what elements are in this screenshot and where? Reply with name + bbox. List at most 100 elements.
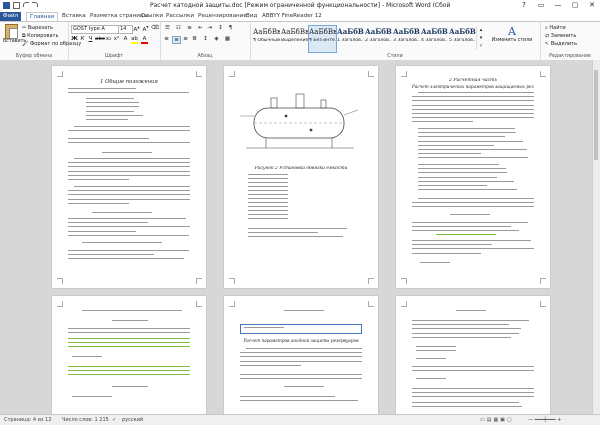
text-line xyxy=(82,242,162,243)
word-count[interactable]: Число слов: 1 215 xyxy=(62,417,109,423)
text-line xyxy=(418,176,498,178)
cursor-icon: ↖ xyxy=(545,41,550,47)
minimize-button[interactable]: — xyxy=(552,1,564,9)
bold-icon[interactable]: Ж xyxy=(71,36,78,42)
borders-icon[interactable]: ▦ xyxy=(224,36,231,42)
style-gallery-item[interactable]: АаБбВвГ ¶ Без инте... xyxy=(308,25,337,53)
page-thumbnail[interactable]: Рисунок 2 Установка обвязки емкости xyxy=(224,66,378,288)
replace-button[interactable]: ⇄ Заменить xyxy=(545,33,576,39)
style-gallery-item[interactable]: АаБбВв 2 Заголов... xyxy=(364,25,393,53)
text-line xyxy=(86,110,135,112)
styles-group: АаБбВвГ¶ ОбычныйАаБбВвВыделениеАаБбВвГ¶ … xyxy=(250,22,541,60)
gallery-scroll[interactable]: ▴ ▾ ▿ xyxy=(476,26,485,50)
numbering-icon[interactable]: ☷ xyxy=(174,25,183,31)
tab-page-layout[interactable]: Разметка страницы xyxy=(90,13,148,19)
redo-icon[interactable] xyxy=(32,2,38,7)
multilevel-list-icon[interactable]: ≡ xyxy=(185,25,194,31)
view-buttons[interactable]: ▭▤▦▣▢ xyxy=(480,417,514,423)
scroll-thumb[interactable] xyxy=(594,70,598,160)
page-thumbnail[interactable] xyxy=(396,296,550,414)
clear-format-icon[interactable]: ⌫ xyxy=(151,25,159,31)
zoom-slider[interactable]: — ━━━┿━━━ + xyxy=(528,417,561,423)
styles-group-label: Стили xyxy=(387,54,403,59)
text-line xyxy=(72,356,102,357)
tab-review[interactable]: Рецензирование xyxy=(198,13,247,19)
shading-icon[interactable]: ◈ xyxy=(213,36,220,42)
text-line xyxy=(412,104,534,106)
text-line xyxy=(418,172,508,174)
page-thumbnail[interactable]: 2 Расчетная часть Расчет электрических па… xyxy=(396,66,550,288)
page-counter[interactable]: Страница: 4 из 12 xyxy=(4,417,52,423)
crop-mark xyxy=(57,278,63,284)
shrink-font-icon[interactable]: A▼ xyxy=(142,25,149,33)
show-marks-icon[interactable]: ¶ xyxy=(227,25,234,31)
text-line xyxy=(68,166,190,168)
text-line xyxy=(418,153,482,155)
font-name-select[interactable]: GOST type A xyxy=(71,25,119,34)
style-gallery-item[interactable]: АаБбВв 1 Заголов... xyxy=(336,25,365,53)
style-gallery-item[interactable]: АаБбВв 4 Заголов... xyxy=(420,25,449,53)
line-spacing-icon[interactable]: ↕ xyxy=(202,36,209,42)
italic-icon[interactable]: К xyxy=(79,36,86,42)
vertical-scrollbar[interactable] xyxy=(592,60,600,414)
find-button[interactable]: ⌕ Найти xyxy=(545,25,566,31)
text-line xyxy=(412,117,534,119)
cut-button[interactable]: ✂ Вырезать xyxy=(22,25,53,31)
tab-mailings[interactable]: Рассылки xyxy=(166,13,194,19)
close-button[interactable]: ✕ xyxy=(586,1,598,9)
tab-abbyy[interactable]: ABBYY FineReader 12 xyxy=(262,13,322,19)
text-line xyxy=(68,162,190,164)
proofing-icon[interactable]: ✓ xyxy=(112,417,116,423)
change-styles-button[interactable]: A Изменить стили xyxy=(488,25,536,43)
style-gallery-item[interactable]: АаБбВв Выделение xyxy=(280,25,309,53)
text-line xyxy=(248,182,288,183)
select-button[interactable]: ↖ Выделить xyxy=(545,41,577,47)
document-area[interactable]: 1 Общие положения Рисунок 2 Установка об… xyxy=(0,60,600,414)
font-color-icon[interactable]: A xyxy=(141,36,148,44)
subscript-icon[interactable]: x₂ xyxy=(105,36,112,42)
style-gallery-item[interactable]: АаБбВв 5 Заголов... xyxy=(448,25,477,53)
superscript-icon[interactable]: x² xyxy=(113,36,120,42)
text-line xyxy=(412,392,534,394)
sort-icon[interactable]: ↕ xyxy=(217,25,224,31)
crop-mark xyxy=(540,71,546,77)
language[interactable]: русский xyxy=(122,417,143,423)
align-center-icon[interactable]: ≡ xyxy=(172,36,181,44)
underline-icon[interactable]: Ч xyxy=(87,36,94,42)
grow-font-icon[interactable]: A▲ xyxy=(133,25,140,33)
tab-home[interactable]: Главная xyxy=(26,12,59,21)
align-left-icon[interactable]: ≡ xyxy=(163,36,170,42)
copy-button[interactable]: ⧉ Копировать xyxy=(22,33,58,39)
maximize-button[interactable]: ▢ xyxy=(569,1,581,9)
style-gallery-item[interactable]: АаБбВв 3 Заголов... xyxy=(392,25,421,53)
ribbon-options-button[interactable]: ▭ xyxy=(535,1,547,9)
bullets-icon[interactable]: ☰ xyxy=(163,25,172,31)
page-thumbnail[interactable] xyxy=(52,296,206,414)
strikethrough-icon[interactable]: abc xyxy=(95,36,105,42)
text-effects-icon[interactable]: A xyxy=(122,36,129,42)
help-button[interactable]: ? xyxy=(518,1,530,9)
highlight-icon[interactable]: ab xyxy=(131,36,138,44)
align-right-icon[interactable]: ≡ xyxy=(182,36,189,42)
tab-insert[interactable]: Вставка xyxy=(62,13,86,19)
tab-file[interactable]: Файл xyxy=(0,12,21,21)
cut-label: Вырезать xyxy=(27,25,54,31)
ribbon: Вставить ✂ Вырезать ⧉ Копировать 🖌 Форма… xyxy=(0,21,600,61)
decrease-indent-icon[interactable]: ⇤ xyxy=(197,25,204,31)
paste-button[interactable]: Вставить xyxy=(3,24,26,44)
font-size-select[interactable]: 14 xyxy=(118,25,133,34)
justify-icon[interactable]: ≣ xyxy=(191,36,198,42)
tab-view[interactable]: Вид xyxy=(246,13,257,19)
tab-references[interactable]: Ссылки xyxy=(141,13,163,19)
text-line xyxy=(68,130,190,132)
page-thumbnail[interactable]: Расчет параметров анодной защиты резерву… xyxy=(224,296,378,414)
text-line xyxy=(412,240,531,241)
text-line xyxy=(412,206,534,208)
increase-indent-icon[interactable]: ⇥ xyxy=(206,25,213,31)
style-gallery-item[interactable]: АаБбВвГ ¶ Обычный xyxy=(252,25,281,53)
text-line xyxy=(418,92,534,93)
save-icon[interactable] xyxy=(13,2,20,9)
undo-icon[interactable] xyxy=(23,2,29,7)
page-thumbnail[interactable]: 1 Общие положения xyxy=(52,66,206,288)
text-line xyxy=(456,310,486,311)
